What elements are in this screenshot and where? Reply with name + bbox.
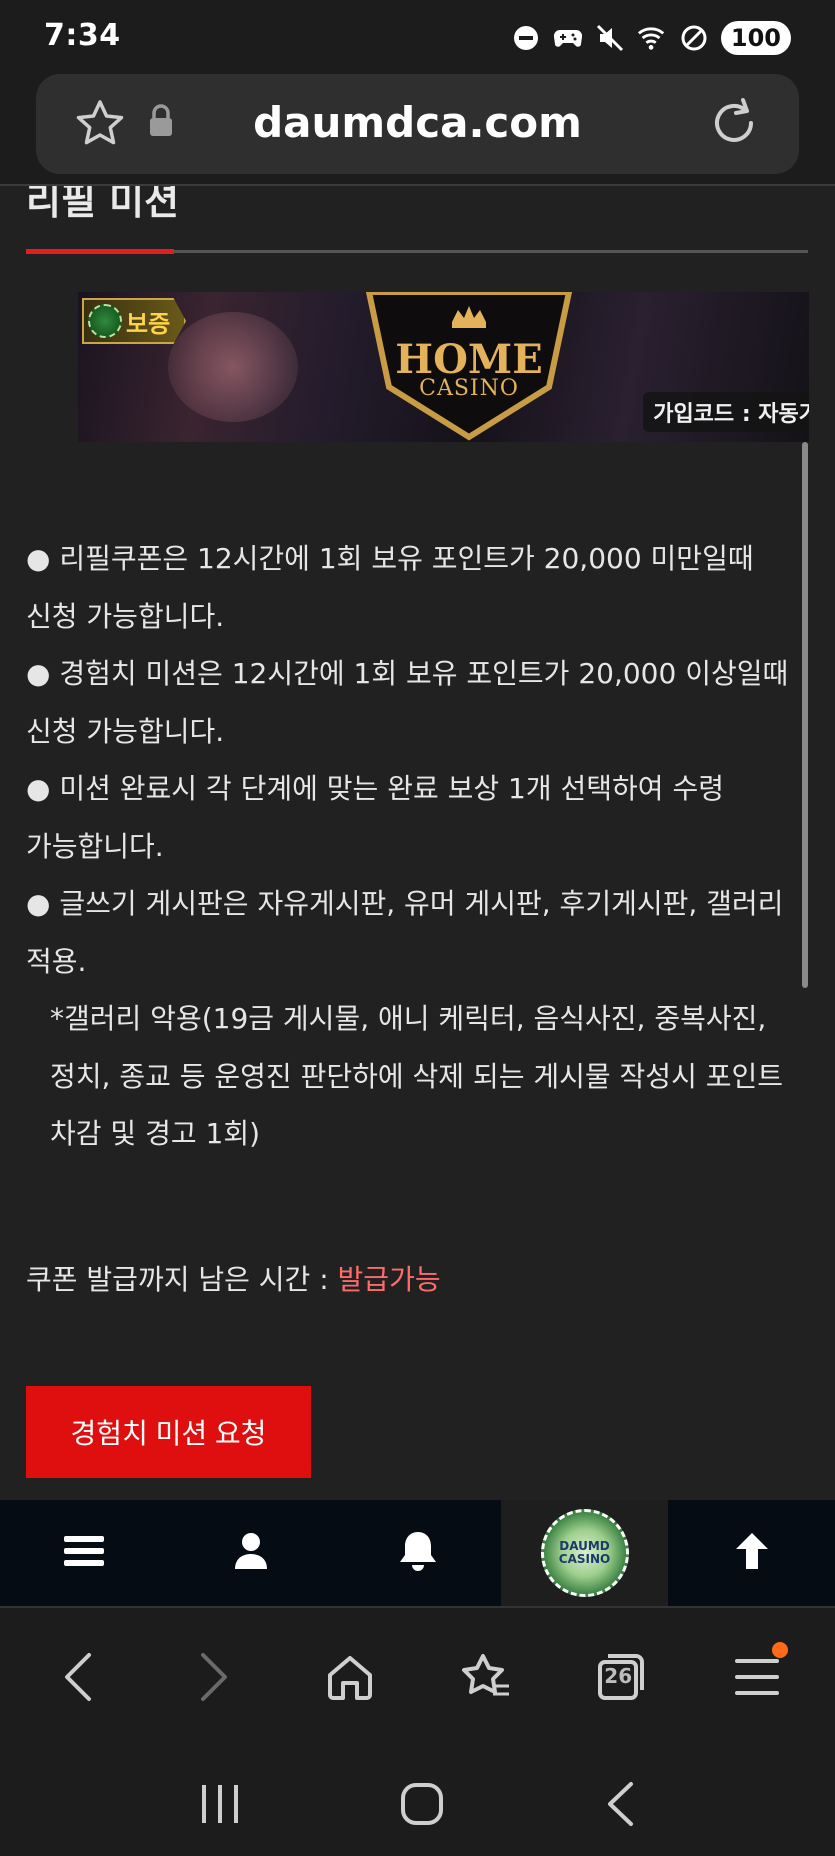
guarantee-badge: 보증 [82,298,186,344]
nav-home-logo[interactable]: DAUMD CASINO [501,1500,668,1606]
notification-dot [772,1642,789,1658]
tab-count: 26 [604,1664,633,1688]
bookmarks-icon[interactable] [440,1642,530,1712]
recent-apps-icon[interactable] [200,1783,240,1829]
home-button-icon[interactable] [400,1782,444,1830]
user-icon [234,1532,268,1574]
nav-user-button[interactable] [167,1500,334,1606]
back-icon[interactable] [33,1642,123,1712]
forward-icon[interactable] [169,1642,259,1712]
mission-rules: ● 리필쿠폰은 12시간에 1회 보유 포인트가 20,000 미만일때 신청 … [26,530,806,1163]
do-not-disturb-icon [511,23,541,53]
casino-shield-logo: HOME CASINO [364,292,574,442]
page-content: 리필 미션 보증 HOME CASINO 가입코드 : 자동가 ● 리필쿠폰은 … [0,186,835,1500]
nav-notification-button[interactable] [334,1500,501,1606]
status-time: 7:34 [44,18,121,53]
rule-note: *갤러리 악용(19금 게시물, 애니 케릭터, 음식사진, 중복사진, 정치,… [50,1002,784,1150]
title-accent-bar [26,249,174,254]
banner-brand-casino: CASINO [419,376,519,401]
blocked-icon [679,23,709,53]
url-text[interactable]: daumdca.com [36,98,799,147]
status-icons: 100 [511,18,791,58]
signup-code: 가입코드 : 자동가 [643,392,809,432]
rule-item: ● 미션 완료시 각 단계에 맞는 완료 보상 1개 선택하여 수령 가능합니다… [26,772,724,863]
coupon-status: 발급가능 [337,1263,441,1296]
exp-mission-request-button[interactable]: 경험치 미션 요청 [26,1386,311,1478]
rule-item: ● 경험치 미션은 12시간에 1회 보유 포인트가 20,000 이상일때 신… [26,657,789,748]
url-field[interactable]: daumdca.com [36,74,799,174]
page-title: 리필 미션 [26,186,180,223]
bell-icon [398,1530,438,1576]
chip-icon [88,304,122,338]
coupon-timer: 쿠폰 발급까지 남은 시간 : 발급가능 [26,1258,441,1298]
mute-icon [595,23,625,53]
game-controller-icon [553,23,583,53]
browser-toolbar: 26 [0,1606,835,1856]
banner-glow [168,312,298,422]
menu-icon[interactable] [712,1642,802,1712]
home-icon[interactable] [305,1642,395,1712]
status-bar: 7:34 100 [0,0,835,74]
system-back-icon[interactable] [605,1781,635,1831]
system-nav-bar [0,1776,835,1836]
tabs-icon[interactable]: 26 [576,1642,666,1712]
battery-indicator: 100 [720,21,791,55]
wifi-icon [637,23,667,53]
coupon-label: 쿠폰 발급까지 남은 시간 : [26,1263,338,1296]
page-scrollbar[interactable] [802,442,808,988]
site-bottom-nav: DAUMD CASINO [0,1500,835,1606]
nav-scroll-top-button[interactable] [668,1500,835,1606]
browser-address-bar: daumdca.com [0,74,835,186]
arrow-up-icon [732,1531,772,1575]
rule-item: ● 리필쿠폰은 12시간에 1회 보유 포인트가 20,000 미만일때 신청 … [26,542,754,633]
home-casino-banner[interactable]: 보증 HOME CASINO 가입코드 : 자동가 [78,292,809,442]
menu-icon [63,1534,104,1572]
daum-casino-logo: DAUMD CASINO [540,1509,629,1597]
reload-icon[interactable] [707,96,761,154]
rule-item: ● 글쓰기 게시판은 자유게시판, 유머 게시판, 후기게시판, 갤러리 적용. [26,887,784,978]
nav-menu-button[interactable] [0,1500,167,1606]
